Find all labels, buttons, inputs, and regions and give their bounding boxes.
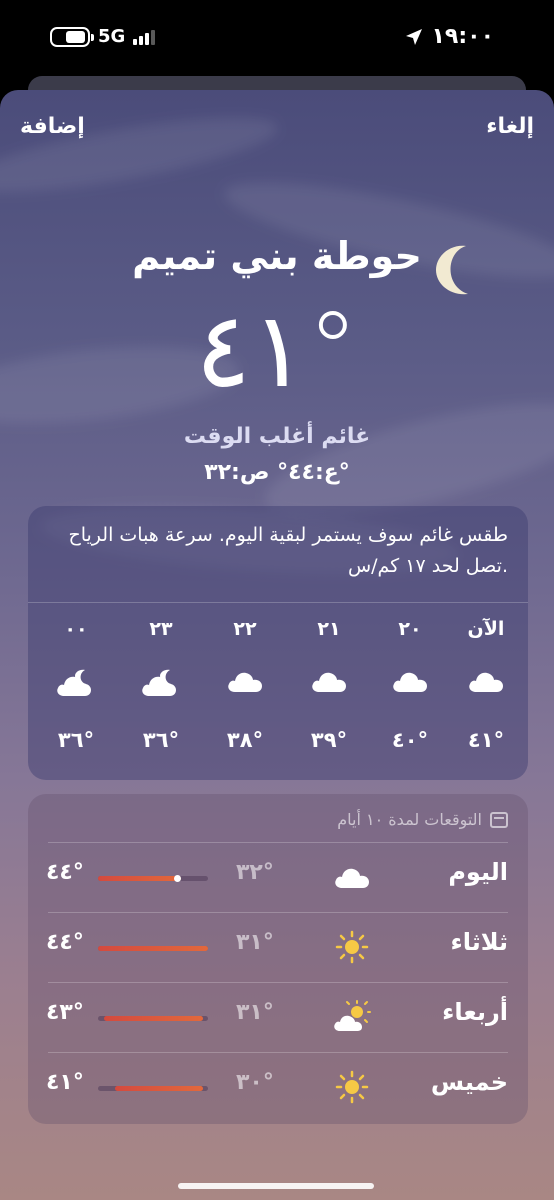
hour-label: ٢٣ [149,618,173,640]
day-low: ٣١° [236,1000,274,1025]
hour-temp: ٣٩° [310,728,348,752]
cancel-button[interactable]: إلغاء [486,114,534,139]
temperature-range-bar [98,1086,208,1091]
current-temp-marker [174,875,182,882]
temperature-range-bar [98,946,208,951]
status-time: ١٩:٠٠ [431,24,494,49]
hour-item: ٠٠ ٣٦° [46,618,106,752]
day-high: ٤١° [46,1070,84,1095]
range-fill [98,876,181,881]
temperature-range-bar [98,1016,208,1021]
range-fill [114,1086,203,1091]
cloud-icon [335,868,369,888]
hour-label: ٢٠ [398,618,422,640]
hour-temp: ٤١° [467,728,505,752]
hour-item: الآن ٤١° [456,618,516,752]
status-bar: 5G ١٩:٠٠ [0,0,554,76]
cloud-icon [469,672,503,692]
day-name: اليوم [448,858,508,886]
high-low: ع:٤٤° ص:٣٢° [204,460,350,485]
signal-icon [133,29,156,45]
hour-item: ٢٠ ٤٠° [380,618,440,752]
sun-icon [335,930,369,964]
hour-temp: ٣٨° [226,728,264,752]
hour-label: ٢٢ [233,618,257,640]
day-low: ٣١° [236,930,274,955]
day-row[interactable]: أربعاء ٣١° ٤٣° [28,982,528,1052]
daily-header-label: التوقعات لمدة ١٠ أيام [337,810,482,829]
current-condition: غائم أغلب الوقت [183,424,371,449]
home-indicator[interactable] [178,1183,374,1189]
cloud-moon-icon [142,669,176,696]
day-row[interactable]: ثلاثاء ٣١° ٤٤° [28,912,528,982]
sun-cloud-icon [334,1000,371,1031]
hour-temp: ٣٦° [142,728,180,752]
temperature-range-bar [98,875,208,882]
day-name: خميس [430,1068,508,1096]
hour-item: ٢٢ ٣٨° [215,618,275,752]
day-high: ٤٣° [46,1000,84,1025]
day-high: ٤٤° [46,860,84,885]
cloud-moon-icon [57,669,91,696]
location-arrow-icon [406,28,423,45]
daily-header: التوقعات لمدة ١٠ أيام [337,810,508,829]
day-row[interactable]: خميس ٣٠° ٤١° [28,1052,528,1122]
hour-item: ٢١ ٣٩° [299,618,359,752]
range-fill [103,1016,203,1021]
day-high: ٤٤° [46,930,84,955]
cloud-icon [393,672,427,692]
city-name: حوطة بني تميم [132,234,422,278]
hourly-forecast[interactable]: طقس غائم سوف يستمر لبقية اليوم. سرعة هبا… [28,506,528,780]
hour-temp: ٣٦° [57,728,95,752]
battery-icon [50,26,94,47]
network-label: 5G [98,26,126,47]
hour-label: الآن [467,618,505,640]
hour-label: ٠٠ [64,618,88,640]
status-right: ١٩:٠٠ [405,24,494,49]
day-row[interactable]: اليوم ٣٢° ٤٤° [28,842,528,912]
range-fill [98,946,208,951]
day-low: ٣٢° [236,860,274,885]
sun-icon [335,1070,369,1104]
cloud-icon [228,672,262,692]
current-temperature: ٤١° [195,289,359,411]
hour-label: ٢١ [317,618,341,640]
daily-forecast[interactable]: التوقعات لمدة ١٠ أيام اليوم ٣٢° ٤٤° ثلاث… [28,794,528,1124]
status-left: 5G [50,26,156,47]
cloud-icon [312,672,346,692]
divider [28,602,528,603]
add-button[interactable]: إضافة [20,114,85,139]
day-name: أربعاء [442,998,508,1026]
hour-item: ٢٣ ٣٦° [131,618,191,752]
day-name: ثلاثاء [450,928,508,956]
hour-temp: ٤٠° [391,728,429,752]
hourly-description: طقس غائم سوف يستمر لبقية اليوم. سرعة هبا… [68,524,508,577]
day-low: ٣٠° [236,1070,274,1095]
calendar-icon [490,811,508,828]
